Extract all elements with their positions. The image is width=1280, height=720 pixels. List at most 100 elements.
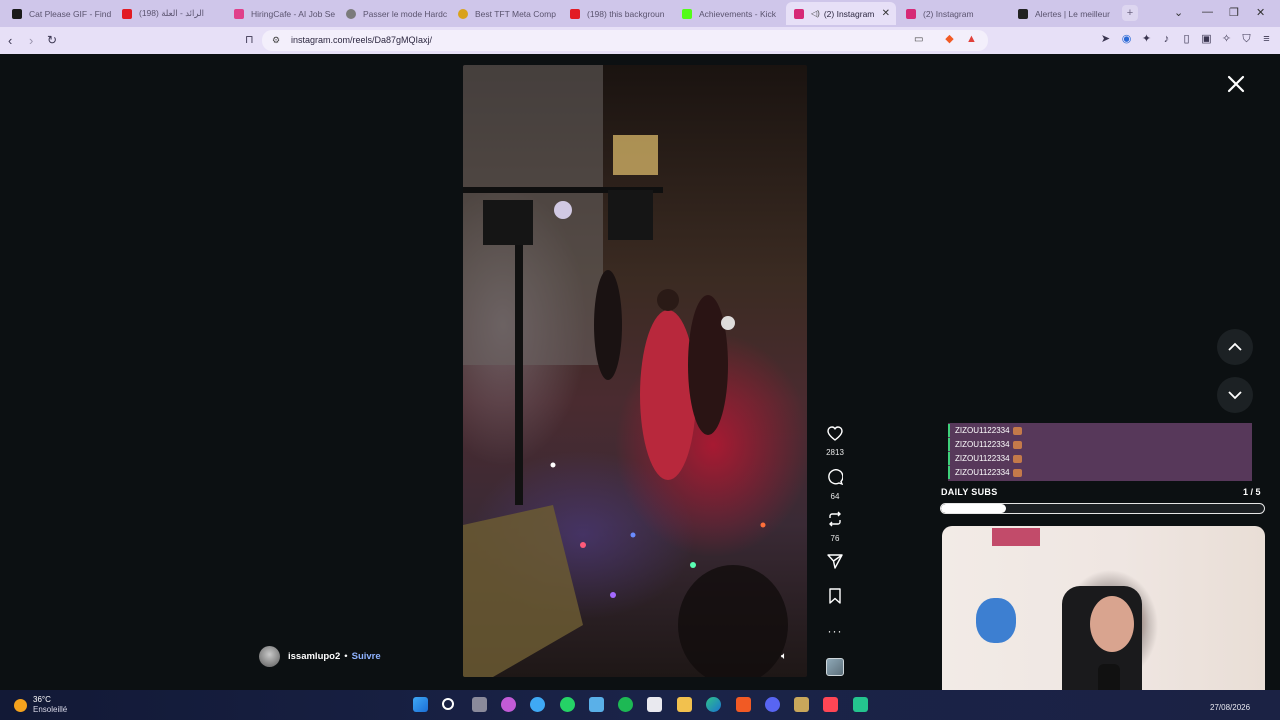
bookmark-icon[interactable]: ⊓: [245, 33, 254, 46]
weather-condition[interactable]: Ensoleillé: [33, 705, 67, 714]
kick-icon: [682, 8, 692, 19]
wallet-icon[interactable]: ▣: [1201, 34, 1212, 45]
tab[interactable]: Alertes | Le meilleur: [1010, 2, 1118, 25]
instagram-icon: [906, 8, 916, 19]
tab[interactable]: Achievements - Kick: [674, 2, 784, 25]
reel-video[interactable]: 🔈︎: [463, 65, 807, 677]
chat-username: ZIZOU1122334: [955, 426, 1010, 435]
chevron-down-icon: [1228, 391, 1242, 400]
search-icon[interactable]: [442, 698, 454, 710]
chat-username: ZIZOU1122334: [955, 468, 1010, 477]
chat-username: ZIZOU1122334: [955, 454, 1010, 463]
repost-button[interactable]: 76: [822, 511, 848, 543]
previous-reel-button[interactable]: [1217, 329, 1253, 365]
back-icon[interactable]: ‹: [8, 33, 12, 48]
globe-icon: [346, 8, 356, 19]
windows-start-icon[interactable]: [413, 697, 428, 712]
more-options-button[interactable]: ···: [822, 624, 848, 638]
window-close-icon[interactable]: ✕: [1256, 6, 1265, 19]
audio-extension-icon[interactable]: ◉: [1121, 34, 1132, 45]
app-icon[interactable]: [853, 697, 868, 712]
minimize-icon[interactable]: —: [1202, 6, 1213, 18]
speaker-icon: ◁): [811, 9, 820, 18]
comment-button[interactable]: 64: [822, 469, 848, 501]
vpn-icon[interactable]: ⛉: [1241, 34, 1252, 45]
edge-icon[interactable]: [706, 697, 721, 712]
weather-temperature[interactable]: 36°C: [33, 695, 51, 704]
sun-icon[interactable]: [14, 699, 27, 712]
whatsapp-icon[interactable]: [560, 697, 575, 712]
save-button[interactable]: [822, 588, 848, 609]
url-bar[interactable]: ⚙ instagram.com/reels/Da87gMQIaxj/ ▭: [262, 30, 988, 51]
league-icon[interactable]: [794, 697, 809, 712]
sidebar-icon[interactable]: ▯: [1181, 34, 1192, 45]
tab[interactable]: (198) this backgroun: [562, 2, 672, 25]
new-tab-button[interactable]: +: [1122, 5, 1138, 21]
taskbar: 36°C Ensoleillé 27/08/2026: [0, 690, 1280, 720]
notepad-icon[interactable]: [589, 697, 604, 712]
cast-icon[interactable]: ▭: [914, 34, 923, 45]
like-button[interactable]: 2813: [822, 426, 848, 457]
tab-label: Passer le mode Hardc: [363, 8, 448, 19]
tab[interactable]: Cat Please GIF - Find: [4, 2, 112, 25]
taskbar-date[interactable]: 27/08/2026: [1210, 703, 1250, 712]
daily-subs-count: 1 / 5: [1243, 487, 1261, 497]
leo-ai-icon[interactable]: ✧: [1221, 34, 1232, 45]
site-info-icon[interactable]: ⚙: [272, 35, 280, 46]
task-view-icon[interactable]: [472, 697, 487, 712]
share-button[interactable]: [822, 554, 848, 574]
brave-icon[interactable]: [736, 697, 751, 712]
calculator-icon[interactable]: [647, 697, 662, 712]
cursor-extension-icon[interactable]: ➤: [1100, 34, 1111, 45]
music-icon[interactable]: ♪: [1161, 34, 1172, 45]
extensions-icon[interactable]: ✦: [1141, 34, 1152, 45]
file-explorer-icon[interactable]: [677, 697, 692, 712]
maximize-icon[interactable]: ❐: [1229, 6, 1239, 19]
repost-icon: [829, 511, 841, 527]
avatar[interactable]: [259, 645, 280, 667]
spotify-icon[interactable]: [618, 697, 633, 712]
emote-icon: [1012, 468, 1022, 477]
tab[interactable]: Best TFT Meta Comp: [450, 2, 560, 25]
repost-count: 76: [830, 534, 840, 543]
brave-rewards-icon[interactable]: ▲: [966, 34, 977, 45]
stream-chat-overlay: ZIZOU1122334 ZIZOU1122334 ZIZOU1122334 Z…: [948, 423, 1252, 481]
tab-favicon-icon: [12, 8, 22, 19]
url-text: instagram.com/reels/Da87gMQIaxj/: [291, 35, 433, 45]
reload-icon[interactable]: ↻: [47, 33, 57, 47]
tab[interactable]: HiringCafe - AI Job Se: [226, 2, 336, 25]
app-icon[interactable]: [501, 697, 516, 712]
chat-message: ZIZOU1122334: [948, 424, 1022, 437]
comment-icon: [828, 469, 844, 486]
heart-icon: [827, 426, 843, 441]
reels-page: 🔈︎ 2813 64 76 ··· issamlupo2 • Suivre ZI…: [0, 54, 1280, 708]
tab[interactable]: Passer le mode Hardc: [338, 2, 448, 25]
tab-close-icon[interactable]: ✕: [882, 8, 890, 19]
discord-icon[interactable]: [765, 697, 780, 712]
webcam-poster: [992, 528, 1040, 546]
app-icon[interactable]: [530, 697, 545, 712]
follow-button[interactable]: Suivre: [352, 651, 381, 662]
close-icon[interactable]: [1226, 74, 1246, 94]
valorant-icon[interactable]: [823, 697, 838, 712]
forward-icon[interactable]: ›: [29, 33, 33, 48]
tab-list-icon[interactable]: ⌄: [1174, 6, 1183, 19]
chevron-up-icon: [1228, 342, 1242, 351]
streamer-webcam: [942, 526, 1265, 708]
tab-active[interactable]: ◁) (2) Instagram ✕: [786, 2, 896, 25]
tab[interactable]: (198) الرائد - العلة: [114, 2, 224, 25]
menu-icon[interactable]: ≡: [1261, 34, 1272, 45]
daily-subs-title: DAILY SUBS: [941, 487, 998, 497]
username[interactable]: issamlupo2: [288, 651, 340, 662]
next-reel-button[interactable]: [1217, 377, 1253, 413]
tab-bar: Cat Please GIF - Find (198) الرائد - الع…: [0, 0, 1280, 27]
youtube-icon: [122, 8, 132, 19]
audio-thumbnail[interactable]: [826, 658, 844, 676]
mute-icon[interactable]: 🔈︎: [781, 651, 787, 662]
send-icon: [827, 554, 843, 569]
tab-label: Cat Please GIF - Find: [29, 8, 112, 19]
brave-shield-icon[interactable]: ◆: [944, 34, 955, 45]
chat-message: ZIZOU1122334: [948, 452, 1022, 465]
tab[interactable]: (2) Instagram: [898, 2, 1008, 25]
tab-label: HiringCafe - AI Job Se: [251, 8, 336, 19]
